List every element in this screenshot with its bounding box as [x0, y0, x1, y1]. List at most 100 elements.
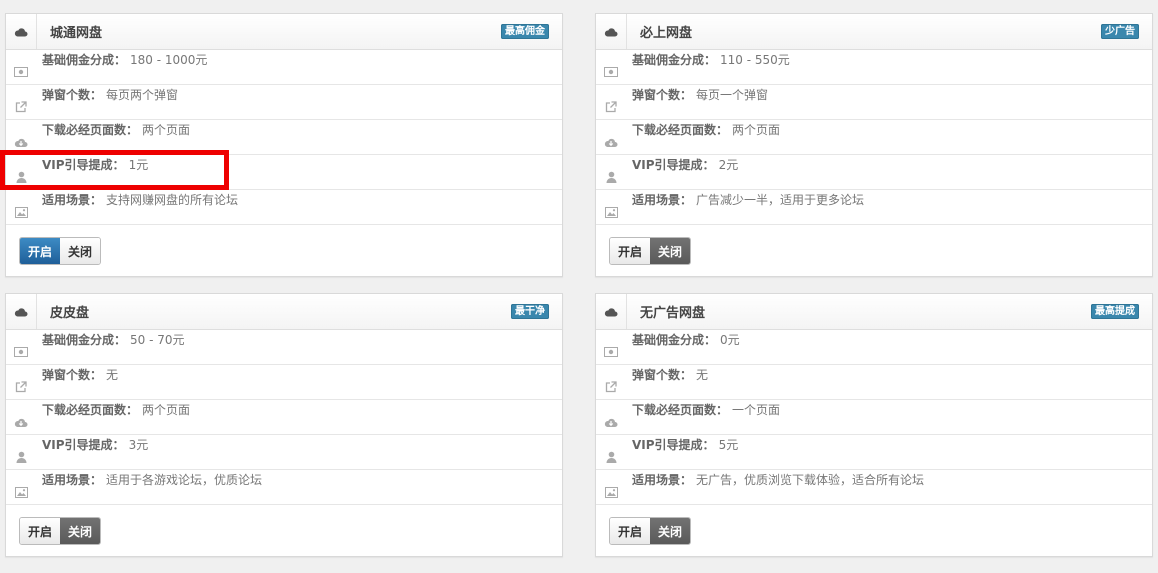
card-title: 皮皮盘 [50, 306, 90, 321]
row-label: 下载必经页面数： [42, 122, 139, 137]
row-label: 适用场景： [632, 472, 693, 487]
row-value: 180 - 1000元 [130, 52, 208, 67]
row-value: 无 [106, 367, 119, 382]
on-off-toggle: 开启 关闭 [609, 237, 691, 265]
external-link-icon [6, 371, 36, 393]
disable-button[interactable]: 关闭 [650, 518, 690, 544]
card-badge: 少广告 [1101, 24, 1139, 39]
row-label: 基础佣金分成： [632, 52, 717, 67]
card-title: 必上网盘 [640, 26, 693, 41]
row-label: VIP引导提成： [42, 157, 125, 172]
info-row-popups: 弹窗个数：无 [596, 365, 1152, 400]
picture-icon [6, 197, 36, 218]
row-label: 适用场景： [632, 192, 693, 207]
row-value: 1元 [128, 157, 149, 172]
info-row-popups: 弹窗个数： 每页一个弹窗 [596, 85, 1152, 120]
network-disk-card: 皮皮盘 最干净 基础佣金分成： 50 - 70元 弹窗个数：无下载必经页面数： 两个页面 V… [5, 293, 563, 557]
row-label: 弹窗个数： [632, 87, 693, 102]
picture-icon [596, 477, 626, 498]
row-label: 基础佣金分成： [42, 332, 127, 347]
on-off-toggle: 开启 关闭 [19, 237, 101, 265]
user-icon [6, 161, 36, 183]
user-icon [596, 161, 626, 183]
row-value: 两个页面 [142, 122, 191, 137]
enable-button[interactable]: 开启 [20, 238, 60, 264]
row-value: 广告减少一半，适用于更多论坛 [696, 192, 865, 207]
row-value: 两个页面 [142, 402, 191, 417]
row-value: 50 - 70元 [130, 332, 185, 347]
row-label: 弹窗个数： [42, 367, 103, 382]
row-label: VIP引导提成： [632, 157, 715, 172]
row-value: 3元 [128, 437, 149, 452]
row-value: 每页一个弹窗 [696, 87, 769, 102]
cloud-icon [596, 294, 627, 329]
disable-button[interactable]: 关闭 [60, 518, 100, 544]
enable-button[interactable]: 开启 [20, 518, 60, 544]
row-label: VIP引导提成： [42, 437, 125, 452]
cloud-download-icon [6, 407, 36, 428]
card-badge: 最高佣金 [501, 24, 549, 39]
card-header: 城通网盘 最高佣金 [6, 14, 562, 50]
info-row-base-commission: 基础佣金分成： 0元 [596, 330, 1152, 365]
row-value: 适用于各游戏论坛，优质论坛 [106, 472, 263, 487]
cloud-download-icon [596, 407, 626, 428]
info-row-base-commission: 基础佣金分成： 180 - 1000元 [6, 50, 562, 85]
card-header: 无广告网盘 最高提成 [596, 294, 1152, 330]
row-value: 2元 [718, 157, 739, 172]
info-row-popups: 弹窗个数：无 [6, 365, 562, 400]
info-row-scene: 适用场景： 适用于各游戏论坛，优质论坛 [6, 470, 562, 505]
picture-icon [596, 197, 626, 218]
external-link-icon [596, 91, 626, 113]
disable-button[interactable]: 关闭 [60, 238, 100, 264]
row-value: 5元 [718, 437, 739, 452]
user-icon [6, 441, 36, 463]
info-row-base-commission: 基础佣金分成： 50 - 70元 [6, 330, 562, 365]
row-label: 下载必经页面数： [632, 122, 729, 137]
on-off-toggle: 开启 关闭 [609, 517, 691, 545]
info-row-scene: 适用场景： 无广告，优质浏览下载体验，适合所有论坛 [596, 470, 1152, 505]
enable-button[interactable]: 开启 [610, 518, 650, 544]
on-off-toggle: 开启 关闭 [19, 517, 101, 545]
row-label: 弹窗个数： [632, 367, 693, 382]
network-disk-card: 无广告网盘 最高提成 基础佣金分成： 0元 弹窗个数：无下载必经页面数： 一个页面 VIP引… [595, 293, 1153, 557]
row-value: 无广告，优质浏览下载体验，适合所有论坛 [696, 472, 925, 487]
cloud-download-icon [596, 127, 626, 148]
card-title: 无广告网盘 [640, 306, 706, 321]
row-value: 0元 [720, 332, 740, 347]
info-row-pages: 下载必经页面数： 两个页面 [6, 120, 562, 155]
card-badge: 最干净 [511, 304, 549, 319]
info-row-base-commission: 基础佣金分成： 110 - 550元 [596, 50, 1152, 85]
row-value: 110 - 550元 [720, 52, 790, 67]
disable-button[interactable]: 关闭 [650, 238, 690, 264]
enable-button[interactable]: 开启 [610, 238, 650, 264]
row-value: 一个页面 [732, 402, 781, 417]
row-label: 基础佣金分成： [632, 332, 717, 347]
cloud-download-icon [6, 127, 36, 148]
cloud-icon [6, 294, 37, 329]
card-badge: 最高提成 [1091, 304, 1139, 319]
money-icon [596, 337, 626, 357]
card-title: 城通网盘 [50, 26, 103, 41]
row-value: 两个页面 [732, 122, 781, 137]
money-icon [6, 57, 36, 77]
info-row-vip: VIP引导提成： 3元 [6, 435, 562, 470]
info-row-pages: 下载必经页面数： 两个页面 [6, 400, 562, 435]
cloud-icon [596, 14, 627, 49]
row-label: 下载必经页面数： [632, 402, 729, 417]
row-label: 适用场景： [42, 192, 103, 207]
info-row-vip: VIP引导提成： 1元 [6, 155, 562, 190]
row-value: 无 [696, 367, 709, 382]
row-value: 每页两个弹窗 [106, 87, 179, 102]
user-icon [596, 441, 626, 463]
cloud-icon [6, 14, 37, 49]
card-header: 皮皮盘 最干净 [6, 294, 562, 330]
network-disk-card: 必上网盘 少广告 基础佣金分成： 110 - 550元 弹窗个数： 每页一个弹窗 下载必经页… [595, 13, 1153, 277]
external-link-icon [596, 371, 626, 393]
info-row-scene: 适用场景： 广告减少一半，适用于更多论坛 [596, 190, 1152, 225]
info-row-vip: VIP引导提成： 2元 [596, 155, 1152, 190]
info-row-pages: 下载必经页面数： 两个页面 [596, 120, 1152, 155]
money-icon [596, 57, 626, 77]
row-label: 下载必经页面数： [42, 402, 139, 417]
picture-icon [6, 477, 36, 498]
row-label: 弹窗个数： [42, 87, 103, 102]
